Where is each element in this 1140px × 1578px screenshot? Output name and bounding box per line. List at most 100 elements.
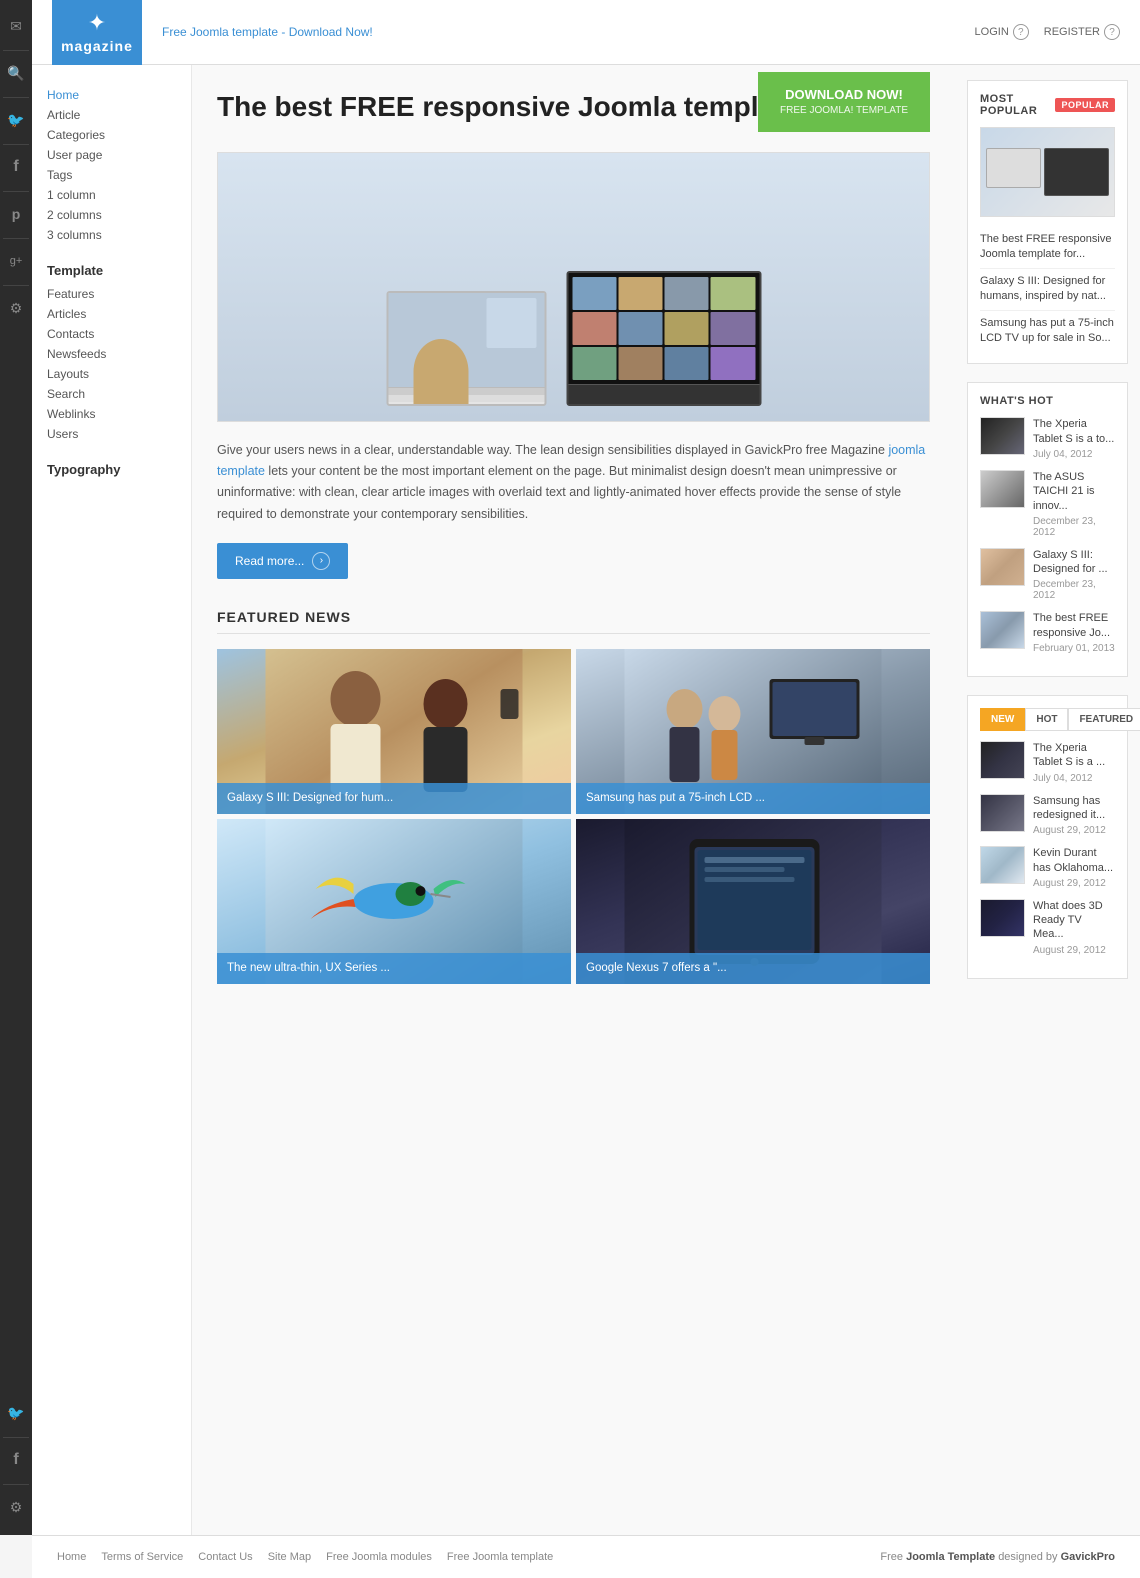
most-popular-title: MOST POPULAR POPULAR [980,93,1115,117]
hot-item-text-4: The best FREE responsive Jo... February … [1033,611,1115,654]
pinterest-icon[interactable]: p [0,198,32,230]
tab-item-2[interactable]: Samsung has redesigned it... August 29, … [980,794,1115,837]
nav-top-section: Home Article Categories User page Tags 1… [47,85,176,245]
header-auth: LOGIN ? REGISTER ? [975,24,1120,40]
featured-caption-1: Galaxy S III: Designed for hum... [217,783,571,814]
tagline-text: Free Joomla template - [162,25,289,39]
sidebar-item-features[interactable]: Features [47,284,176,304]
sidebar-item-categories[interactable]: Categories [47,125,176,145]
login-help-icon: ? [1013,24,1029,40]
sidebar-item-tags[interactable]: Tags [47,165,176,185]
download-button[interactable]: DOWNLOAD NOW! FREE JOOMLA! TEMPLATE [758,72,930,132]
read-more-arrow-icon: › [312,552,330,570]
download-sub-label: FREE JOOMLA! TEMPLATE [780,104,908,118]
featured-caption-4: Google Nexus 7 offers a "... [576,953,930,984]
sidebar-item-users[interactable]: Users [47,424,176,444]
whats-hot-title: WHAT'S HOT [980,395,1115,407]
sidebar-item-weblinks[interactable]: Weblinks [47,404,176,424]
nav-typography-section: Typography [47,462,176,477]
settings-icon[interactable]: ⚙ [0,292,32,324]
featured-item-4[interactable]: Google Nexus 7 offers a "... [576,819,930,984]
main-wrapper: Home Article Categories User page Tags 1… [32,65,1140,1535]
tab-new-button[interactable]: NEW [980,708,1025,731]
tab-item-img-3 [980,846,1025,884]
sidebar-item-search[interactable]: Search [47,384,176,404]
read-more-button[interactable]: Read more... › [217,543,348,579]
google-plus-icon[interactable]: g+ [0,245,32,277]
footer-link-modules[interactable]: Free Joomla modules [326,1551,432,1563]
register-button[interactable]: REGISTER ? [1044,24,1120,40]
hot-item-text-3: Galaxy S III: Designed for ... December … [1033,548,1115,602]
popular-item-3[interactable]: Samsung has put a 75-inch LCD TV up for … [980,311,1115,352]
sidebar-item-2col[interactable]: 2 columns [47,205,176,225]
featured-item-2[interactable]: Samsung has put a 75-inch LCD ... [576,649,930,814]
footer-link-sitemap[interactable]: Site Map [268,1551,311,1563]
nav-template-heading: Template [47,263,176,278]
footer-link-template[interactable]: Free Joomla template [447,1551,553,1563]
tab-item-img-4 [980,899,1025,937]
footer-link-tos[interactable]: Terms of Service [101,1551,183,1563]
register-help-icon: ? [1104,24,1120,40]
mp-laptop-left [986,148,1041,188]
header-tagline: Free Joomla template - Download Now! [162,25,975,39]
header: ✦ magazine Free Joomla template - Downlo… [32,0,1140,65]
tab-bar: NEW HOT FEATURED [980,708,1115,731]
email-icon[interactable]: ✉ [0,10,32,42]
tab-item-text-4: What does 3D Ready TV Mea... August 29, … [1033,899,1115,956]
hot-item-4[interactable]: The best FREE responsive Jo... February … [980,611,1115,654]
mp-laptop-right [1044,148,1109,196]
featured-item-3[interactable]: The new ultra-thin, UX Series ... [217,819,571,984]
main-content: The best FREE responsive Joomla template… [192,65,955,1535]
popular-item-1[interactable]: The best FREE responsive Joomla template… [980,227,1115,269]
twitter-icon[interactable]: 🐦 [0,104,32,136]
sidebar-item-layouts[interactable]: Layouts [47,364,176,384]
logo-text: magazine [61,38,133,54]
sidebar-item-1col[interactable]: 1 column [47,185,176,205]
hot-item-img-4 [980,611,1025,649]
whats-hot-widget: WHAT'S HOT The Xperia Tablet S is a to..… [967,382,1128,677]
hot-item-3[interactable]: Galaxy S III: Designed for ... December … [980,548,1115,602]
sidebar-item-userpage[interactable]: User page [47,145,176,165]
featured-grid: Galaxy S III: Designed for hum... [217,649,930,984]
login-button[interactable]: LOGIN ? [975,24,1029,40]
footer-link-home[interactable]: Home [57,1551,86,1563]
hot-item-text-1: The Xperia Tablet S is a to... July 04, … [1033,417,1115,460]
tab-item-img-2 [980,794,1025,832]
featured-caption-2: Samsung has put a 75-inch LCD ... [576,783,930,814]
sidebar-item-3col[interactable]: 3 columns [47,225,176,245]
facebook-icon[interactable]: f [0,151,32,183]
sidebar-item-article[interactable]: Article [47,105,176,125]
tab-hot-button[interactable]: HOT [1025,708,1068,731]
sidebar-item-contacts[interactable]: Contacts [47,324,176,344]
most-popular-widget: MOST POPULAR POPULAR The best FREE respo… [967,80,1128,364]
hot-item-2[interactable]: The ASUS TAICHI 21 is innov... December … [980,470,1115,538]
footer-link-contact[interactable]: Contact Us [198,1551,252,1563]
popular-item-2[interactable]: Galaxy S III: Designed for humans, inspi… [980,269,1115,311]
tab-item-text-2: Samsung has redesigned it... August 29, … [1033,794,1115,837]
footer: Home Terms of Service Contact Us Site Ma… [32,1535,1140,1578]
search-icon[interactable]: 🔍 [0,57,32,89]
sidebar-item-articles[interactable]: Articles [47,304,176,324]
featured-caption-3: The new ultra-thin, UX Series ... [217,953,571,984]
logo[interactable]: ✦ magazine [52,0,142,65]
sidebar-item-home[interactable]: Home [47,85,176,105]
left-icon-bar: ✉ 🔍 🐦 f p g+ ⚙ 🐦 f ⚙ [0,0,32,1535]
most-popular-image [980,127,1115,217]
read-more-label: Read more... [235,554,304,568]
facebook-bottom-icon[interactable]: f [0,1444,32,1476]
hot-item-img-3 [980,548,1025,586]
twitter-bottom-icon[interactable]: 🐦 [0,1397,32,1429]
sidebar-item-typography[interactable]: Typography [47,462,176,477]
logo-icon: ✦ [88,10,106,36]
featured-item-1[interactable]: Galaxy S III: Designed for hum... [217,649,571,814]
sidebar: Home Article Categories User page Tags 1… [32,65,192,1535]
sidebar-item-newsfeeds[interactable]: Newsfeeds [47,344,176,364]
tab-featured-button[interactable]: FEATURED [1068,708,1140,731]
tab-item-1[interactable]: The Xperia Tablet S is a ... July 04, 20… [980,741,1115,784]
hot-item-1[interactable]: The Xperia Tablet S is a to... July 04, … [980,417,1115,460]
settings-bottom-icon[interactable]: ⚙ [0,1491,32,1523]
hot-item-img-1 [980,417,1025,455]
tab-item-3[interactable]: Kevin Durant has Oklahoma... August 29, … [980,846,1115,889]
tab-item-4[interactable]: What does 3D Ready TV Mea... August 29, … [980,899,1115,956]
tagline-link[interactable]: Download Now! [289,25,373,39]
